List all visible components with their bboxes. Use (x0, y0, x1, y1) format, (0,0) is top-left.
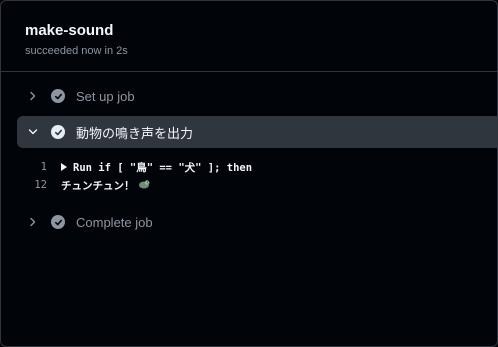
step-set-up-job[interactable]: Set up job (17, 80, 497, 112)
chevron-down-icon (27, 126, 39, 138)
log-line: 12 チュンチュン！ (17, 176, 497, 194)
check-circle-icon (51, 215, 65, 229)
log-text: Run if [ "鳥" == "犬" ]; then (73, 161, 253, 174)
step-log: 1 Run if [ "鳥" == "犬" ]; then 12 チュンチュン！ (17, 158, 497, 194)
step-output-animal-sound[interactable]: 動物の鳴き声を出力 (17, 116, 497, 148)
step-label: 動物の鳴き声を出力 (76, 125, 194, 141)
log-text: チュンチュン！ (61, 179, 135, 192)
check-circle-icon (51, 125, 65, 139)
check-circle-icon (51, 89, 65, 103)
chevron-right-icon (27, 90, 39, 102)
step-label: Complete job (76, 214, 153, 230)
log-line[interactable]: 1 Run if [ "鳥" == "犬" ]; then (17, 158, 497, 176)
job-title: make-sound (25, 22, 114, 39)
chevron-right-icon (27, 216, 39, 228)
expand-triangle-icon[interactable] (61, 163, 67, 171)
job-header: make-sound succeeded now in 2s (1, 1, 497, 72)
job-status: succeeded now in 2s (25, 45, 128, 57)
job-panel: make-sound succeeded now in 2s Set up jo… (0, 0, 498, 347)
bird-icon (138, 179, 150, 192)
line-number: 12 (34, 179, 47, 191)
step-label: Set up job (76, 88, 135, 104)
step-complete-job[interactable]: Complete job (17, 206, 497, 238)
line-number: 1 (40, 161, 47, 173)
